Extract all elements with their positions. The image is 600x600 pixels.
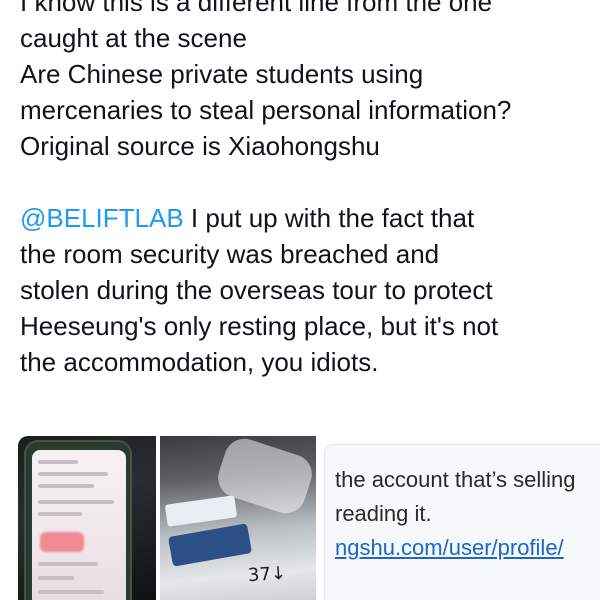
tweet-line: I know this is a different line from the… xyxy=(20,0,493,17)
screen-text-row xyxy=(38,484,94,488)
screen-text-row xyxy=(38,472,108,476)
tweet-line-text: I put up with the fact that xyxy=(183,203,475,233)
screen-text-row xyxy=(38,460,78,464)
screen-text-row xyxy=(38,512,82,516)
redaction-blur xyxy=(40,532,84,552)
bag-print xyxy=(168,523,252,567)
tweet-line: Original source is Xiaohongshu xyxy=(20,131,380,161)
screen-text-row xyxy=(38,590,104,594)
screen-text-row xyxy=(38,576,74,580)
screenshot-link: ngshu.com/user/profile/ xyxy=(335,535,564,560)
bag-number: 37↓ xyxy=(247,562,287,587)
phone-photo xyxy=(24,440,132,600)
tweet-line: Heeseung's only resting place, but it's … xyxy=(20,311,499,341)
tweet-line: caught at the scene xyxy=(20,23,247,53)
tweet-line: Are Chinese private students using xyxy=(20,59,424,89)
tweet-line: @BELIFTLAB I put up with the fact that xyxy=(20,200,590,236)
tweet-line: mercenaries to steal personal informatio… xyxy=(20,95,512,125)
screenshot-content: the account that’s sellinɡ reading it. n… xyxy=(324,444,600,600)
media-image-bag[interactable]: 37↓ xyxy=(160,436,316,600)
screen-text-row xyxy=(38,562,98,566)
media-image-screenshot[interactable]: the account that’s sellinɡ reading it. n… xyxy=(316,436,600,600)
media-image-phone[interactable] xyxy=(18,436,156,600)
mention-link[interactable]: @BELIFTLAB xyxy=(20,203,184,233)
tweet-line: stolen during the overseas tour to prote… xyxy=(20,275,493,305)
tweet-body: I know this is a different line from the… xyxy=(20,0,590,380)
screen-text-row xyxy=(38,500,114,504)
tweet-media-grid: 37↓ the account that’s sellinɡ reading i… xyxy=(18,436,600,600)
tweet-line: the accommodation, you idiots. xyxy=(20,347,379,377)
phone-screen xyxy=(32,450,126,600)
bag-label xyxy=(164,495,238,527)
tweet-line: the room security was breached and xyxy=(20,239,440,269)
screenshot-text: reading it. xyxy=(335,501,432,526)
screenshot-text: the account that’s sellinɡ xyxy=(335,467,576,492)
